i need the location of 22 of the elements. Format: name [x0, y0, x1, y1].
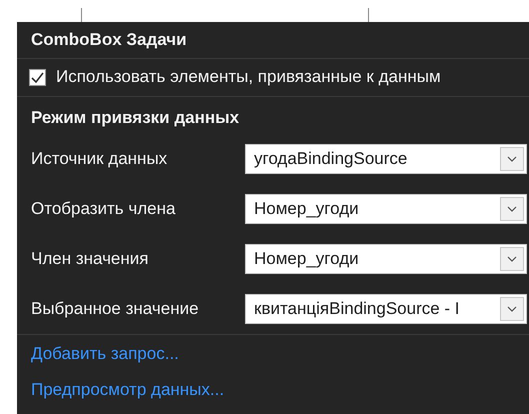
dropdown-button[interactable] — [500, 297, 524, 321]
chevron-down-icon — [507, 206, 517, 212]
combo-box[interactable]: Номер_угоди — [245, 244, 527, 274]
combo-box[interactable]: угодаBindingSource — [245, 144, 527, 174]
checkbox[interactable] — [29, 68, 46, 86]
field-label: Источник данных — [31, 149, 168, 169]
combo-box[interactable]: Номер_угоди — [245, 194, 527, 224]
dropdown-button[interactable] — [500, 147, 524, 171]
section-heading: Режим привязки данных — [30, 107, 240, 129]
field-label: Отобразить члена — [31, 199, 176, 219]
action-link[interactable]: Добавить запрос... — [31, 344, 529, 364]
panel-title: ComboBox Задачи — [30, 29, 188, 51]
field-label: Выбранное значение — [31, 299, 200, 319]
chevron-down-icon — [507, 306, 517, 312]
chevron-down-icon — [507, 156, 517, 162]
field-label: Член значения — [31, 249, 150, 269]
chevron-down-icon — [507, 256, 517, 262]
dropdown-button[interactable] — [500, 197, 524, 221]
combo-box[interactable]: квитанціяBindingSource - I — [245, 294, 527, 324]
action-link[interactable]: Предпросмотр данных... — [31, 380, 529, 400]
dropdown-button[interactable] — [500, 247, 524, 271]
checkbox-label: Использовать элементы, привязанные к данным — [56, 67, 441, 87]
